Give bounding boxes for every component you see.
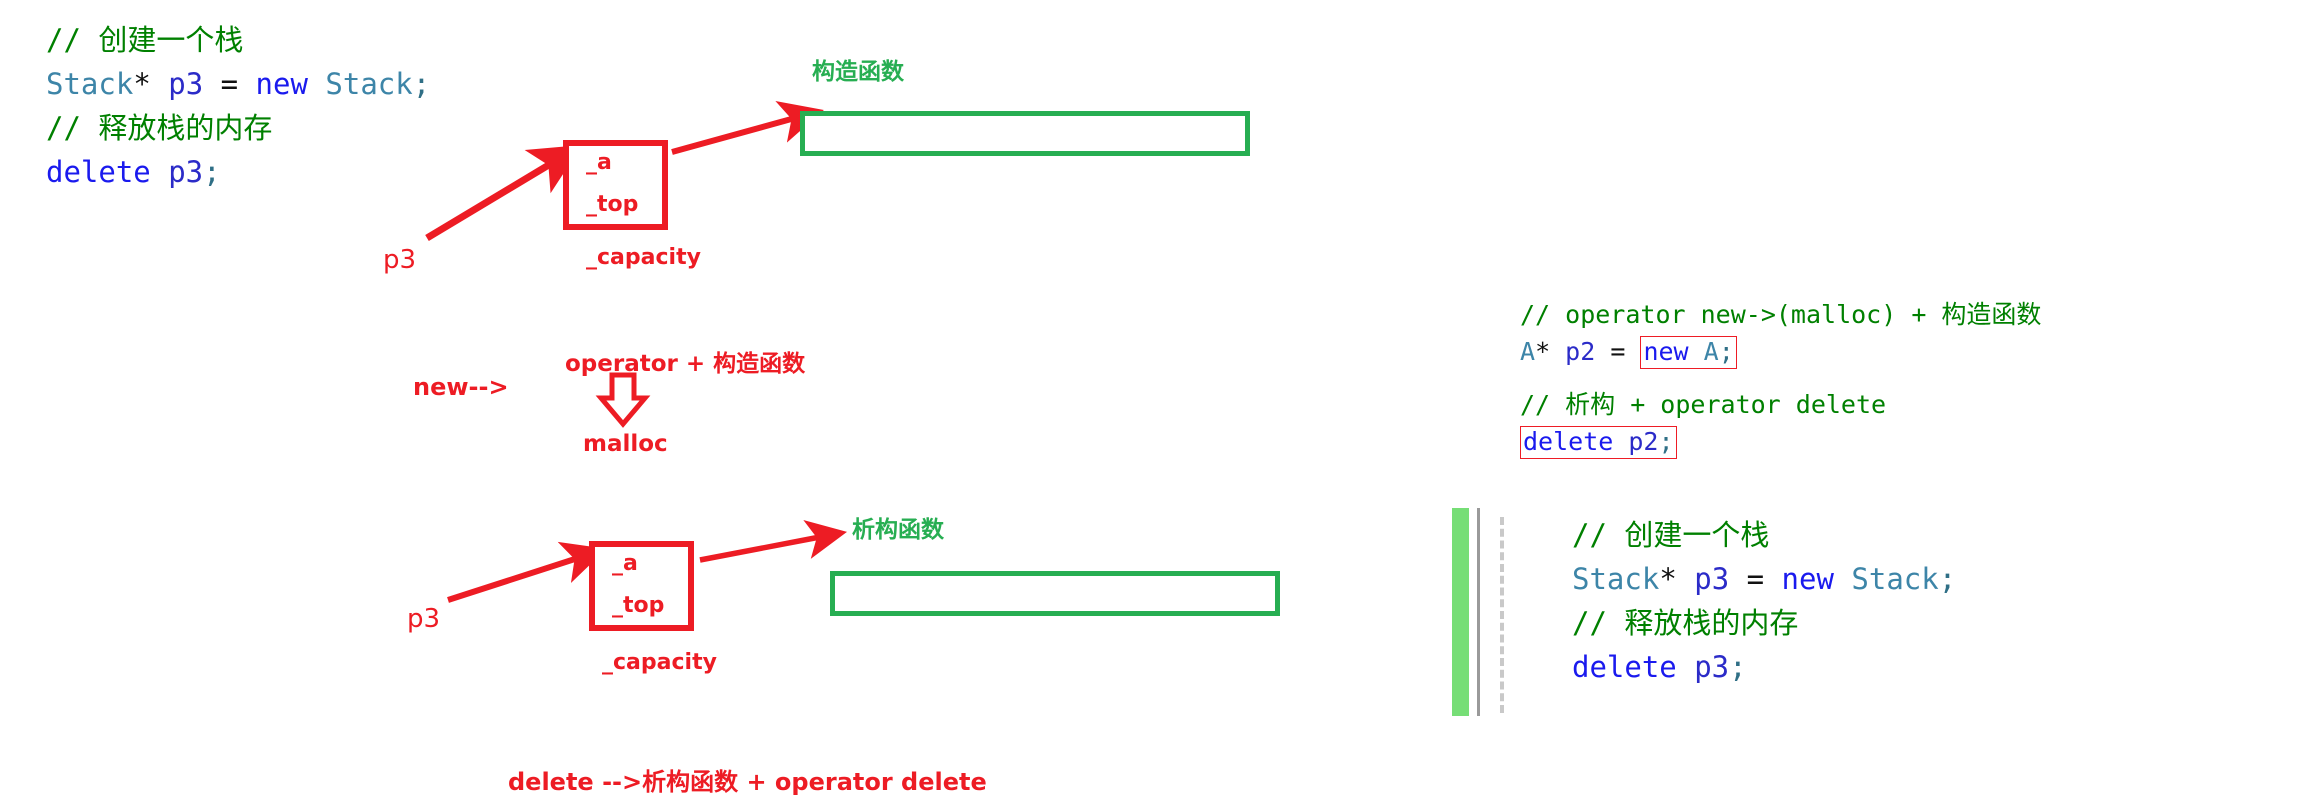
arrow-p3-to-struct-bottom (447, 541, 607, 603)
code-variable-p2: p2 (1613, 427, 1659, 456)
code-variable-p2: p2 (1565, 337, 1596, 366)
code-variable: p3 (1694, 562, 1730, 597)
code-keyword-delete: delete (46, 155, 151, 190)
highlight-box-delete-p2: delete p2; (1520, 426, 1677, 459)
destructor-box (830, 571, 1280, 616)
code-comment: // 释放栈的内存 (1572, 606, 1799, 641)
constructor-label: 构造函数 (812, 59, 904, 85)
code-variable: p3 (150, 155, 204, 190)
code-star: * (133, 67, 169, 102)
struct-field-a-top: _a (586, 150, 612, 175)
code-keyword-new: new (255, 67, 308, 102)
note-new-arrow: new--> (413, 373, 509, 401)
struct-field-capacity-top: _capacity (586, 245, 701, 270)
code-semicolon: ; (1658, 427, 1674, 456)
pointer-label-p3-bottom: p3 (407, 604, 441, 634)
struct-field-top-bottom: _top (612, 593, 665, 618)
code-variable: p3 (1676, 650, 1730, 685)
indent-guide-dashed (1500, 517, 1504, 713)
struct-field-capacity-bottom: _capacity (602, 650, 717, 675)
code-comment: // 释放栈的内存 (46, 111, 273, 146)
right-panel: // operator new->(malloc) + 构造函数 A* p2 =… (1520, 296, 2300, 459)
code-type-stack: Stack (307, 67, 413, 102)
code-type: Stack (46, 67, 134, 102)
right-code-snippet-2: // 析构 + operator delete delete p2; (1520, 386, 1886, 460)
code-type-stack: Stack (1833, 562, 1939, 597)
constructor-box (800, 111, 1250, 156)
left-code-snippet: // 创建一个栈 Stack* p3 = new Stack; // 释放栈的内… (46, 18, 430, 194)
code-star: * (1659, 562, 1695, 597)
highlight-box-new-a: new A; (1640, 336, 1737, 369)
code-semicolon: ; (1938, 562, 1957, 597)
arrow-p3-to-struct-top (425, 144, 583, 242)
code-keyword-delete: delete (1572, 650, 1677, 685)
arrow-struct-to-constructor (671, 101, 824, 155)
down-arrow-outline-icon (595, 372, 651, 428)
code-comment: // 创建一个栈 (46, 23, 244, 57)
code-type: Stack (1572, 562, 1660, 597)
pointer-label-p3-top: p3 (383, 245, 417, 275)
code-type-a: A (1520, 337, 1536, 366)
code-star: * (1535, 337, 1566, 366)
right-code-snippet-1: // operator new->(malloc) + 构造函数 A* p2 =… (1520, 296, 2300, 370)
note-malloc: malloc (583, 431, 668, 457)
code-keyword-delete: delete (1523, 427, 1614, 456)
note-operator-constructor: operator + 构造函数 (565, 351, 806, 377)
quote-accent-bar-gray (1477, 508, 1480, 716)
code-semicolon: ; (412, 67, 431, 102)
code-keyword-new: new (1781, 562, 1834, 597)
destructor-label: 析构函数 (852, 517, 944, 543)
code-comment: // operator new->(malloc) + 构造函数 (1520, 300, 2042, 329)
code-comment: // 创建一个栈 (1572, 518, 1770, 552)
struct-field-a-bottom: _a (612, 551, 638, 576)
code-operator-eq: = (1729, 562, 1782, 597)
code-type-a: A (1688, 337, 1719, 366)
code-comment: // 析构 + operator delete (1520, 390, 1887, 419)
bottom-caption: delete -->析构函数 + operator delete (508, 768, 987, 796)
code-variable: p3 (168, 67, 204, 102)
code-semicolon: ; (1729, 650, 1747, 685)
quoted-code-snippet: // 创建一个栈 Stack* p3 = new Stack; // 释放栈的内… (1572, 513, 1956, 689)
quote-accent-bar-green (1452, 508, 1469, 716)
code-semicolon: ; (1718, 337, 1734, 366)
arrow-struct-to-destructor (699, 520, 848, 563)
struct-field-top-top: _top (586, 192, 639, 217)
code-semicolon: ; (203, 155, 221, 190)
code-keyword-new: new (1643, 337, 1689, 366)
code-operator-eq: = (1595, 337, 1641, 366)
code-operator-eq: = (203, 67, 256, 102)
